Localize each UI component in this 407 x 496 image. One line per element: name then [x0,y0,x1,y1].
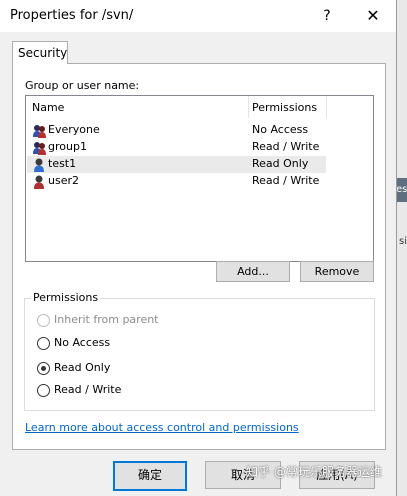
background-fragment: es [396,178,407,202]
radio-circle [37,337,50,350]
column-header-name[interactable]: Name [26,96,249,118]
permissions-group-label: Permissions [31,291,101,304]
learn-more-link[interactable]: Learn more about access control and perm… [25,421,299,434]
radio-label: Inherit from parent [54,313,159,326]
add-button[interactable]: Add... [216,261,290,282]
tab-security[interactable]: Security [12,41,68,64]
remove-button[interactable]: Remove [300,261,374,282]
help-button[interactable]: ? [316,6,338,26]
title-bar: Properties for /svn/ ? ✕ [0,0,396,32]
list-item-name: test1 [48,157,77,170]
user-list[interactable]: Name Permissions Everyone No Access grou… [25,95,374,262]
user-icon [34,175,44,189]
watermark: 知乎 @常玩乐服务器运维 [246,465,382,479]
list-item-name: group1 [48,140,87,153]
list-item-name: Everyone [48,123,100,136]
background-window [396,0,407,496]
ok-button[interactable]: 确定 [113,461,187,491]
security-panel: Group or user name: Name Permissions Eve… [12,63,386,450]
background-fragment-text: sit [399,236,407,247]
tab-security-label: Security [18,46,68,60]
list-item-permission: Read / Write [252,174,320,187]
radio-circle [37,384,50,397]
radio-label: Read Only [54,361,111,374]
list-item[interactable]: user2 Read / Write [27,173,326,190]
close-button[interactable]: ✕ [362,6,384,26]
group-icon [32,123,47,138]
list-item-permission: Read / Write [252,140,320,153]
column-header-permissions[interactable]: Permissions [248,96,327,118]
group-user-label: Group or user name: [25,79,140,92]
radio-label: No Access [54,336,111,349]
user-icon [34,158,44,172]
list-item[interactable]: group1 Read / Write [27,139,326,156]
group-icon [32,140,47,155]
window-title: Properties for /svn/ [10,8,134,23]
list-item[interactable]: Everyone No Access [27,122,326,139]
permissions-group: Permissions Inherit from parent No Acces… [24,291,375,411]
radio-circle-checked [37,362,50,375]
list-item-selected[interactable]: test1 Read Only [27,156,326,173]
list-item-permission: Read Only [252,157,309,170]
radio-circle [37,314,50,327]
radio-label: Read / Write [54,383,122,396]
properties-dialog: Properties for /svn/ ? ✕ Security Group … [0,0,397,496]
list-item-permission: No Access [252,123,309,136]
list-item-name: user2 [48,174,79,187]
